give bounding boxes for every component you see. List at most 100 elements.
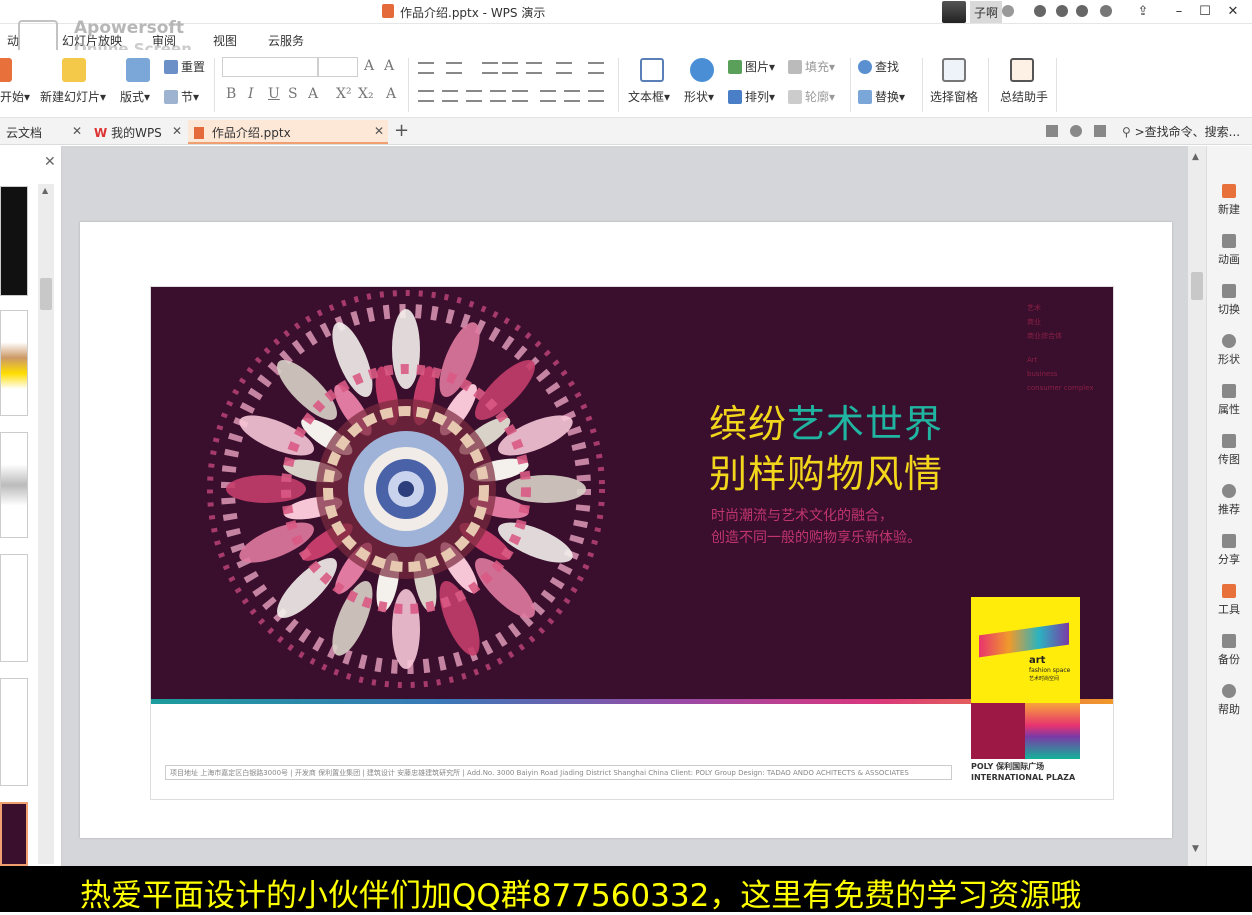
screen-icon[interactable]	[1046, 125, 1058, 137]
superscript-icon[interactable]: X²	[336, 86, 352, 102]
slide-thumbnail[interactable]	[0, 186, 28, 296]
font-name-combo[interactable]	[222, 57, 318, 77]
find-button[interactable]: 查找	[858, 58, 899, 75]
new-slide-button[interactable]: 新建幻灯片▾	[40, 88, 106, 105]
pin-window-icon[interactable]: ⇪	[1130, 2, 1156, 22]
panel-upload-image[interactable]: 传图	[1207, 434, 1251, 467]
canvas-scroll-thumb[interactable]	[1191, 272, 1203, 300]
tab-my-wps[interactable]: W 我的WPS ✕	[88, 120, 186, 144]
distribute-icon[interactable]	[512, 90, 528, 102]
scroll-up-icon[interactable]: ▲	[42, 186, 48, 195]
line-spacing-icon[interactable]	[526, 62, 542, 74]
tab-animation[interactable]: 动	[7, 32, 19, 49]
tab-review[interactable]: 审阅	[152, 32, 176, 49]
subscript-icon[interactable]: X₂	[358, 86, 374, 102]
scroll-down-icon[interactable]: ▼	[1192, 844, 1199, 854]
slide-thumbnail[interactable]	[0, 678, 28, 786]
panel-new[interactable]: 新建	[1207, 184, 1251, 217]
slide-editing-area[interactable]: 艺术 商业 商业综合体 Art business consumer comple…	[62, 146, 1188, 866]
panel-share[interactable]: 分享	[1207, 534, 1251, 567]
bullets-icon[interactable]	[418, 62, 434, 74]
panel-properties-label: 属性	[1218, 403, 1240, 416]
panel-backup[interactable]: 备份	[1207, 634, 1251, 667]
minimize-button[interactable]: –	[1166, 2, 1192, 22]
columns-icon[interactable]	[556, 62, 572, 74]
slide-thumbnail[interactable]	[0, 310, 28, 416]
paragraph-spacing-icon[interactable]	[564, 90, 580, 102]
align-center-icon[interactable]	[442, 90, 458, 102]
new-tab-icon[interactable]: +	[394, 120, 409, 141]
outline-button[interactable]: 轮廓▾	[788, 88, 835, 105]
slide-thumbnail[interactable]	[0, 554, 28, 662]
tab-slideshow[interactable]: 幻灯片放映	[62, 32, 122, 49]
canvas-scrollbar[interactable]: ▲ ▼	[1188, 146, 1206, 866]
start-button[interactable]: 开始▾	[0, 88, 30, 105]
clear-format-icon[interactable]: A	[386, 86, 396, 102]
arrange-button[interactable]: 排列▾	[728, 88, 775, 105]
selection-pane-button[interactable]: 选择窗格	[930, 88, 978, 105]
reset-button[interactable]: 重置	[164, 58, 205, 75]
user-name[interactable]: 子啊	[970, 1, 1003, 23]
presentation-file-icon	[194, 127, 204, 139]
paragraph-icon[interactable]	[588, 90, 604, 102]
tab-cloud-services[interactable]: 云服务	[268, 32, 304, 49]
maximize-button[interactable]: ☐	[1192, 2, 1218, 22]
underline-icon[interactable]: U	[268, 86, 280, 102]
font-size-combo[interactable]	[318, 57, 358, 77]
numbering-icon[interactable]	[446, 62, 462, 74]
slide-thumbnail[interactable]	[0, 432, 28, 538]
summary-assistant-button[interactable]: 总结助手	[1000, 88, 1048, 105]
skin-icon[interactable]	[1002, 5, 1014, 17]
panel-properties[interactable]: 属性	[1207, 384, 1251, 417]
panel-transition[interactable]: 切换	[1207, 284, 1251, 317]
feedback-icon[interactable]	[1076, 5, 1088, 17]
vertical-align-icon[interactable]	[540, 90, 556, 102]
panel-help[interactable]: 帮助	[1207, 684, 1251, 717]
panel-recommend[interactable]: 推荐	[1207, 484, 1251, 517]
skin-change-icon[interactable]	[1070, 125, 1082, 137]
thumbnail-scroll-thumb[interactable]	[40, 278, 52, 310]
justify-icon[interactable]	[490, 90, 506, 102]
indent-icon[interactable]	[502, 62, 518, 74]
panel-tools[interactable]: 工具	[1207, 584, 1251, 617]
bold-icon[interactable]: B	[226, 86, 236, 102]
user-avatar[interactable]	[942, 1, 966, 23]
scroll-up-icon[interactable]: ▲	[1192, 152, 1199, 162]
fill-button[interactable]: 填充▾	[788, 58, 835, 75]
tab-current-document[interactable]: 作品介绍.pptx ✕	[188, 120, 388, 144]
align-right-icon[interactable]	[466, 90, 482, 102]
slide-thumbnail-selected[interactable]	[0, 802, 28, 866]
font-color-icon[interactable]: A	[308, 86, 318, 102]
close-tab-icon[interactable]: ✕	[72, 124, 82, 138]
close-button[interactable]: ✕	[1220, 2, 1246, 22]
text-direction-icon[interactable]	[588, 62, 604, 74]
cloud-sync-icon[interactable]	[1034, 5, 1046, 17]
replace-button[interactable]: 替换▾	[858, 88, 905, 105]
settings-icon[interactable]	[1056, 5, 1068, 17]
help-icon[interactable]	[1100, 5, 1112, 17]
poster-image[interactable]: 艺术 商业 商业综合体 Art business consumer comple…	[150, 286, 1114, 800]
layout-button[interactable]: 版式▾	[120, 88, 150, 105]
current-slide[interactable]: 艺术 商业 商业综合体 Art business consumer comple…	[80, 222, 1172, 838]
shadow-icon[interactable]: S	[288, 86, 298, 102]
align-left-icon[interactable]	[418, 90, 434, 102]
panel-shape[interactable]: 形状	[1207, 334, 1251, 367]
increase-font-icon[interactable]: A	[364, 58, 374, 74]
close-tab-icon[interactable]: ✕	[172, 124, 182, 138]
close-tab-icon[interactable]: ✕	[374, 124, 384, 138]
tab-cloud-docs[interactable]: 云文档 ✕	[0, 120, 86, 144]
decrease-font-icon[interactable]: A	[384, 58, 394, 74]
close-panel-icon[interactable]: ✕	[44, 154, 56, 170]
italic-icon[interactable]: I	[248, 86, 254, 102]
section-button[interactable]: 节▾	[164, 88, 199, 105]
panel-animation[interactable]: 动画	[1207, 234, 1251, 267]
art-fashion-logo: art fashion space 艺术时尚空间	[971, 597, 1080, 703]
outdent-icon[interactable]	[482, 62, 498, 74]
tab-view[interactable]: 视图	[213, 32, 237, 49]
picture-button[interactable]: 图片▾	[728, 58, 775, 75]
reset-label: 重置	[181, 60, 206, 74]
shape-button[interactable]: 形状▾	[684, 88, 714, 105]
message-icon[interactable]	[1094, 125, 1106, 137]
command-search[interactable]: ⚲ >查找命令、搜索...	[1122, 123, 1240, 140]
text-box-button[interactable]: 文本框▾	[628, 88, 670, 105]
